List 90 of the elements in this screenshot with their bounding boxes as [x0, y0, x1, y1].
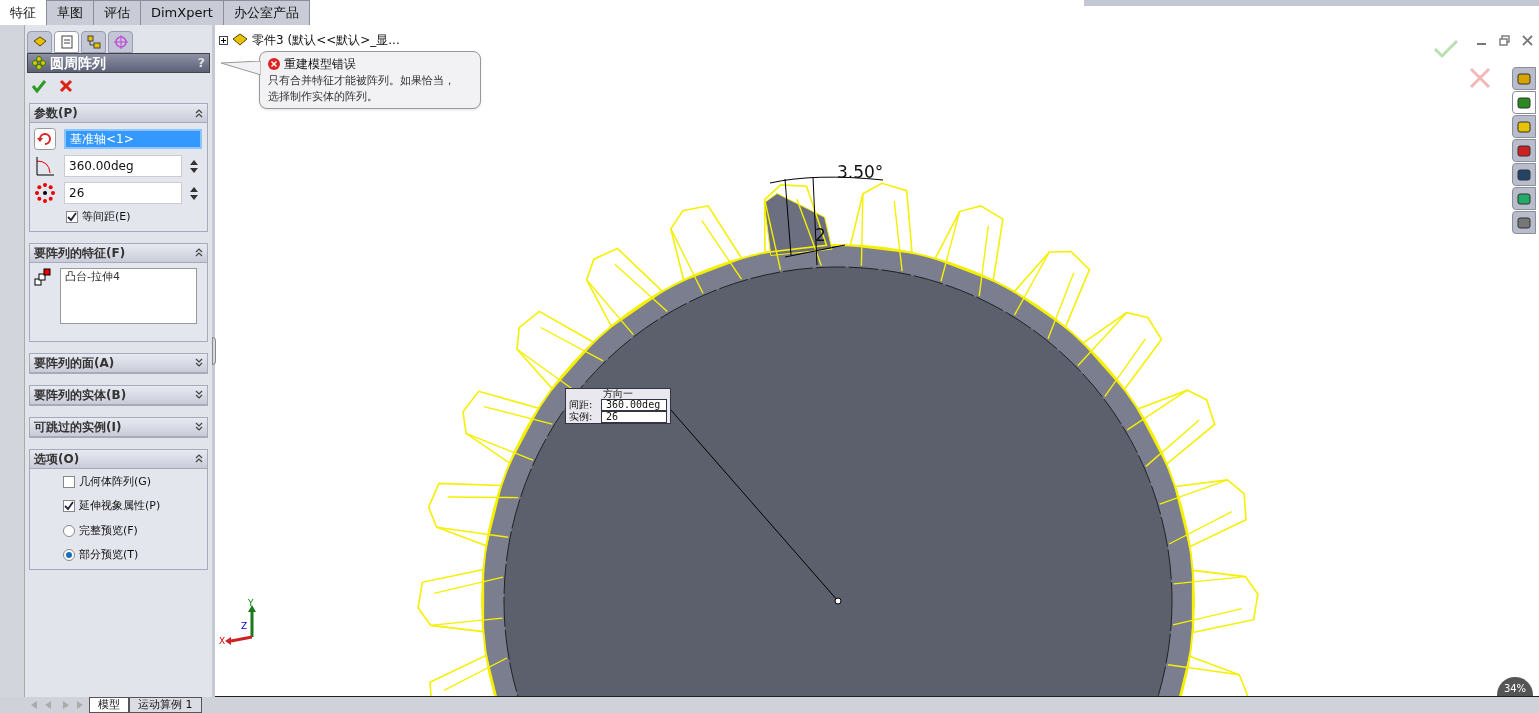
task-pane-icon — [1517, 191, 1531, 206]
option-label: 几何体阵列(G) — [79, 473, 152, 490]
bottom-tab[interactable]: 运动算例 1 — [129, 697, 202, 713]
task-pane-tab[interactable] — [1512, 91, 1536, 114]
document-icon — [60, 35, 73, 49]
checkbox[interactable] — [66, 211, 78, 224]
task-pane-icon — [1517, 71, 1531, 86]
dimension-label: 2 — [815, 224, 826, 247]
command-tab[interactable]: DimXpert — [141, 0, 224, 25]
center-point — [834, 597, 842, 605]
restore-button[interactable] — [1499, 35, 1510, 46]
expand-icon — [195, 421, 203, 432]
section-title: 要阵列的面(A) — [34, 354, 115, 372]
close-button[interactable] — [1522, 35, 1533, 46]
task-pane-icon — [1517, 167, 1531, 182]
expand-icon — [195, 389, 203, 400]
confirm-icon[interactable] — [31, 79, 47, 93]
triad-drawing: Y Z X — [219, 597, 261, 647]
dimension-label: 3.50° — [837, 161, 884, 184]
section-title: 可跳过的实例(I) — [34, 418, 122, 436]
feature-list[interactable]: 凸台-拉伸4 — [60, 267, 197, 324]
section-title: 参数(P) — [34, 105, 78, 122]
callout-title: 方向一 — [602, 389, 634, 399]
option-label: 完整预览(F) — [79, 522, 138, 539]
task-pane-icon — [1517, 119, 1531, 134]
hierarchy-icon — [86, 35, 101, 49]
checkbox-label: 等间距(E) — [82, 209, 131, 225]
instance-count-icon — [34, 182, 56, 204]
checkbox[interactable] — [63, 475, 75, 488]
task-pane-tab[interactable] — [1512, 163, 1536, 186]
section-header[interactable]: 可跳过的实例(I) — [30, 417, 207, 437]
section-header[interactable]: 要阵列的面(A) — [30, 353, 207, 373]
task-pane-tab[interactable] — [1512, 115, 1536, 138]
collapse-icon — [195, 107, 203, 119]
command-tab[interactable]: 草图 — [47, 0, 94, 25]
count-field[interactable]: 26 — [64, 182, 182, 204]
panel-tab[interactable] — [81, 31, 106, 53]
callout-value[interactable]: 360.00deg — [601, 399, 667, 411]
spin-up-button[interactable] — [190, 159, 198, 165]
error-title: 重建模型错误 — [284, 56, 356, 73]
section-header[interactable]: 选项(O) — [30, 449, 207, 469]
section-title: 要阵列的实体(B) — [34, 386, 127, 404]
part-icon — [232, 33, 248, 47]
task-pane-icon — [1517, 95, 1531, 110]
expand-toggle-icon[interactable] — [219, 35, 228, 45]
close-icon[interactable] — [59, 79, 73, 93]
spin-up-button[interactable] — [190, 186, 198, 192]
task-pane-tab[interactable] — [1512, 139, 1536, 162]
list-item[interactable]: 凸台-拉伸4 — [65, 268, 192, 285]
task-pane-icon — [1517, 143, 1531, 158]
callout-label: 实例: — [569, 412, 594, 422]
section-header[interactable]: 要阵列的特征(F) — [30, 243, 207, 263]
panel-tab[interactable] — [108, 31, 133, 53]
command-tab[interactable]: 评估 — [94, 0, 141, 25]
panel-tab[interactable] — [27, 31, 52, 53]
section-header[interactable]: 要阵列的实体(B) — [30, 385, 207, 405]
spin-down-button[interactable] — [190, 167, 198, 173]
checkbox[interactable] — [63, 500, 75, 513]
option-label: 延伸视象属性(P) — [79, 498, 161, 514]
collapse-icon — [195, 247, 203, 258]
collapse-icon — [195, 453, 203, 464]
radio-button[interactable] — [63, 524, 75, 537]
error-icon — [268, 58, 280, 70]
reverse-direction-icon[interactable] — [34, 128, 56, 150]
part-icon — [32, 36, 47, 48]
option-label: 部分预览(T) — [79, 547, 139, 563]
task-pane-tab[interactable] — [1512, 67, 1536, 90]
panel-title: 圆周阵列 — [50, 53, 106, 73]
radio-button[interactable] — [63, 549, 75, 562]
section-title: 选项(O) — [34, 450, 80, 468]
spin-down-button[interactable] — [190, 194, 198, 200]
expand-icon — [195, 357, 203, 368]
task-pane-tab[interactable] — [1512, 187, 1536, 210]
tree-item[interactable]: 零件3 (默认<<默认>_显... — [252, 31, 400, 49]
angle-field[interactable]: 360.00deg — [64, 155, 182, 177]
bottom-tab[interactable]: 模型 — [89, 697, 129, 713]
callout-label: 间距: — [569, 400, 594, 410]
circular-pattern-icon — [32, 56, 46, 70]
zoom-gauge: 34% — [1497, 677, 1533, 697]
section-title: 要阵列的特征(F) — [34, 244, 126, 262]
crosshair-icon — [113, 35, 128, 49]
section-header[interactable]: 参数(P) — [30, 104, 207, 123]
callout-value[interactable]: 26 — [601, 411, 667, 423]
angle-icon — [34, 155, 56, 177]
error-message: 只有合并特征才能被阵列。如果恰当，选择制作实体的阵列。 — [268, 73, 456, 105]
panel-tab[interactable] — [54, 31, 79, 53]
task-pane-icon — [1517, 215, 1531, 230]
command-tab[interactable]: 办公室产品 — [223, 0, 310, 25]
feature-icon — [34, 267, 52, 286]
task-pane-tab[interactable] — [1512, 211, 1536, 234]
